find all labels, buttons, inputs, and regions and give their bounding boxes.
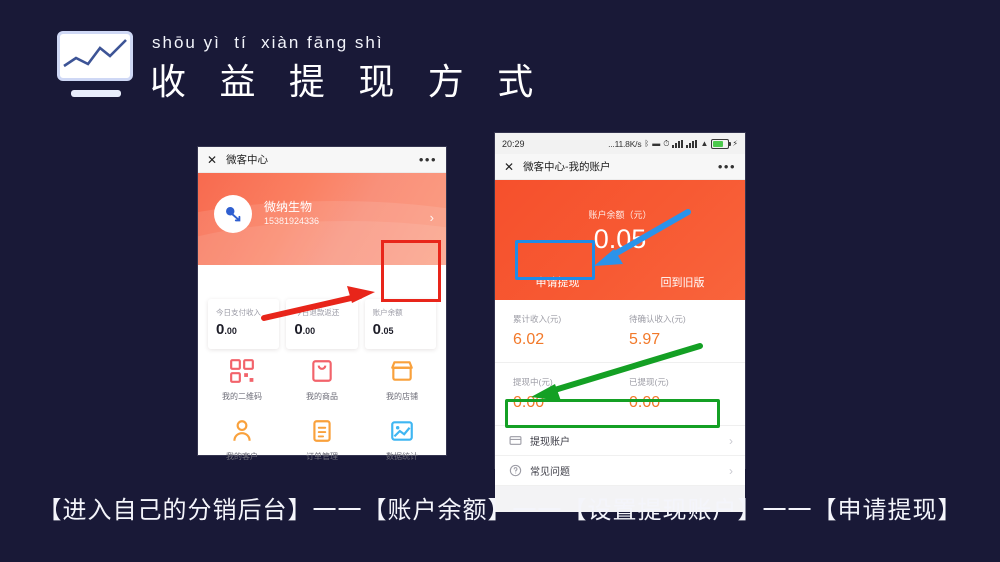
more-dots-icon[interactable]: ••• — [419, 153, 437, 166]
stat-card-payment-income[interactable]: 今日支付收入 0.00 — [208, 299, 280, 349]
money-label: 累计收入(元) — [513, 314, 562, 324]
money-label: 待确认收入(元) — [629, 314, 686, 324]
profile-phone: 15381924336 — [264, 216, 320, 226]
left-nav-title: 微客中心 — [226, 154, 269, 166]
lightning-bolt-icon: ⚡ — [732, 139, 738, 148]
money-cell-pending-income: 待确认收入(元) 5.97 — [629, 313, 745, 349]
menu-item-statistics[interactable]: 数据统计 — [362, 418, 442, 462]
data-chart-icon — [391, 421, 413, 441]
avatar — [214, 195, 252, 233]
clipboard-order-icon — [313, 420, 331, 442]
stat-dec: .05 — [381, 326, 394, 336]
close-icon[interactable]: ✕ — [207, 154, 217, 166]
left-navbar: ✕ 微客中心 ••• — [198, 147, 446, 173]
stat-card-account-balance[interactable]: 账户余额 0.05 — [364, 299, 436, 349]
menu-label: 订单管理 — [306, 452, 338, 461]
stat-value: 0.00 — [294, 322, 349, 339]
page-header: shōu yì tí xiàn fāng shì 收 益 提 现 方 式 — [0, 0, 1000, 125]
chevron-right-icon: › — [729, 433, 733, 448]
more-dots-icon[interactable]: ••• — [718, 160, 736, 173]
money-value: 6.02 — [513, 331, 545, 348]
storefront-icon — [391, 361, 413, 381]
logo-icon — [57, 31, 135, 99]
logo-stand — [71, 90, 121, 97]
vibrate-icon: ▬ — [652, 139, 661, 148]
profile-name: 微纳生物 — [264, 200, 313, 214]
stat-value: 0.00 — [216, 322, 271, 339]
title-pinyin: shōu yì tí xiàn fāng shì — [152, 33, 384, 52]
network-speed-label: ...11.8K/s — [608, 138, 642, 149]
bottom-caption: 【进入自己的分销后台】一一【账户余额】一一【设置提现账户】一一【申请提现】 — [37, 496, 963, 524]
menu-item-customers[interactable]: 我的客户 — [202, 418, 282, 462]
status-icons: ...11.8K/s ᛒ ▬ ⏱ ▲ ⚡ — [608, 138, 738, 149]
page-title: 收 益 提 现 方 式 — [150, 62, 545, 103]
menu-label: 我的客户 — [226, 452, 258, 461]
bluetooth-icon: ᛒ — [644, 139, 650, 148]
right-nav-title: 微客中心-我的账户 — [523, 161, 611, 173]
stat-dec: .00 — [224, 326, 237, 336]
stat-card-refund[interactable]: 今日退款返还 0.00 — [286, 299, 358, 349]
bank-card-icon — [509, 434, 522, 447]
back-to-old-version-button[interactable]: 回到旧版 — [620, 264, 745, 300]
money-cell-total-income: 累计收入(元) 6.02 — [513, 313, 629, 349]
stats-row: 今日支付收入 0.00 今日退款返还 0.00 账户余额 0.05 — [208, 299, 436, 349]
line-chart-icon — [63, 39, 127, 68]
annotation-box-green — [505, 399, 720, 428]
battery-charging-icon — [711, 138, 732, 149]
money-value: 5.97 — [629, 331, 661, 348]
menu-grid: 我的二维码 我的商品 我的店铺 我的客户 订单管理 数据统计 — [198, 352, 446, 468]
wifi-icon: ▲ — [700, 139, 709, 148]
signal-bars-icon — [672, 139, 684, 148]
annotation-box-blue — [515, 240, 595, 280]
logo-screen — [57, 31, 133, 81]
settings-list: 提现账户 › 常见问题 › — [495, 426, 745, 486]
menu-label: 数据统计 — [386, 452, 418, 461]
status-bar: 20:29 ...11.8K/s ᛒ ▬ ⏱ ▲ ⚡ — [495, 133, 745, 154]
right-navbar: ✕ 微客中心-我的账户 ••• — [495, 154, 745, 180]
chevron-right-icon[interactable]: › — [430, 210, 434, 225]
money-label: 提现中(元) — [513, 377, 553, 387]
signal-bars-icon — [686, 139, 698, 148]
balance-label: 账户余额（元） — [588, 210, 652, 220]
question-circle-icon — [509, 464, 522, 477]
profile-info: 微纳生物 15381924336 — [264, 200, 319, 228]
list-item-faq[interactable]: 常见问题 › — [495, 456, 745, 486]
alarm-clock-icon: ⏱ — [663, 138, 670, 148]
profile-block[interactable]: 微纳生物 15381924336 — [214, 195, 319, 233]
status-time: 20:29 — [502, 138, 525, 149]
annotation-box-red — [381, 240, 441, 302]
menu-item-orders[interactable]: 订单管理 — [282, 418, 362, 462]
customer-person-icon — [233, 420, 251, 441]
menu-label: 我的二维码 — [222, 392, 262, 401]
shopping-bag-icon — [312, 360, 332, 382]
stat-int: 0 — [294, 321, 303, 338]
stat-value: 0.05 — [373, 322, 428, 339]
chevron-right-icon: › — [729, 463, 733, 478]
stat-label: 今日退款返还 — [294, 308, 340, 317]
stat-int: 0 — [372, 321, 381, 338]
money-label: 已提现(元) — [629, 377, 669, 387]
menu-item-shop[interactable]: 我的店铺 — [362, 358, 442, 402]
stat-dec: .00 — [302, 326, 316, 336]
close-icon[interactable]: ✕ — [504, 161, 514, 173]
menu-item-qrcode[interactable]: 我的二维码 — [202, 358, 282, 402]
user-avatar-icon — [226, 207, 241, 222]
list-item-withdraw-account[interactable]: 提现账户 › — [495, 426, 745, 456]
qrcode-icon — [230, 359, 254, 383]
stat-label: 账户余额 — [372, 308, 403, 317]
menu-label: 我的店铺 — [386, 392, 418, 401]
list-item-label: 提现账户 — [530, 437, 570, 448]
list-item-label: 常见问题 — [530, 467, 570, 478]
money-row-top: 累计收入(元) 6.02 待确认收入(元) 5.97 — [495, 300, 745, 363]
menu-label: 我的商品 — [306, 392, 338, 401]
menu-item-goods[interactable]: 我的商品 — [282, 358, 362, 402]
stat-label: 今日支付收入 — [216, 308, 261, 317]
